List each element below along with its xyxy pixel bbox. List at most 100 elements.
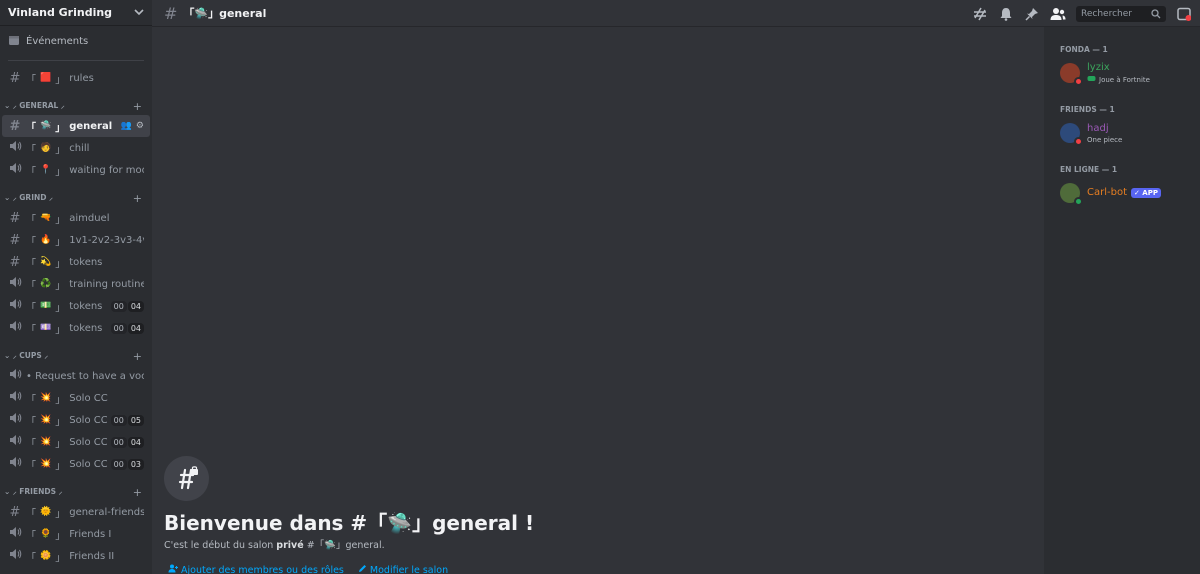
member-info: lyzix Joue à Fortnite — [1087, 62, 1150, 84]
member-item[interactable]: hadj One piece — [1048, 119, 1200, 147]
search-icon[interactable] — [1151, 4, 1161, 23]
channel-emoji: 🌞 — [40, 507, 52, 517]
avatar — [1060, 183, 1083, 206]
channel-emoji: 💥 — [40, 459, 52, 469]
voice-user-count: 00 05 — [110, 414, 144, 426]
gear-icon[interactable]: ⚙ — [136, 121, 144, 131]
channel-item[interactable]: 「💥」 Solo CC 00 03 — [2, 453, 150, 475]
channel-emoji: 💫 — [40, 257, 52, 267]
voice-channel-icon — [8, 276, 22, 292]
add-channel-icon[interactable]: + — [133, 192, 142, 205]
channel-item[interactable]: 「📍」waiting for moov — [2, 159, 150, 181]
channel-item[interactable]: 「🧑」 chill — [2, 137, 150, 159]
text-channel-icon: # — [9, 232, 21, 248]
server-name: Vinland Grinding — [8, 6, 113, 19]
channel-item[interactable]: # 「🟥」 rules — [2, 67, 150, 89]
channel-item[interactable]: 「💥」 Solo CC 00 04 — [2, 431, 150, 453]
channel-emoji: 💷 — [40, 323, 52, 333]
count-badge: 04 — [127, 300, 144, 312]
channel-name: general-friends — [69, 506, 144, 518]
channel-name: general — [69, 120, 113, 132]
events-link[interactable]: Événements — [0, 30, 152, 52]
member-item[interactable]: lyzix Joue à Fortnite — [1048, 59, 1200, 87]
add-channel-icon[interactable]: + — [133, 486, 142, 499]
channel-item[interactable]: # 「🌞」 general-friends — [2, 501, 150, 523]
channel-emoji: 🛸 — [40, 121, 52, 131]
channel-category[interactable]: ⌄ ⸝ CUPS ⸝ + — [0, 347, 152, 365]
channel-item[interactable]: 「♻️」 training routines — [2, 273, 150, 295]
edit-channel-button[interactable]: Modifier le salon — [358, 564, 448, 574]
pin-icon[interactable] — [1024, 6, 1040, 22]
member-list: FONDA — 1 lyzix Joue à Fortnite FRIENDS — 1… — [1048, 27, 1200, 574]
chevron-down-icon[interactable] — [134, 6, 144, 20]
channel-category[interactable]: ⌄ ⸝ GRIND ⸝ + — [0, 189, 152, 207]
members-icon[interactable] — [1050, 6, 1066, 22]
member-item[interactable]: Carl-bot ✓ APP — [1048, 179, 1200, 207]
text-channel-icon: # — [164, 3, 178, 23]
channel-category[interactable]: ⌄ ⸝ GENERAL ⸝ + — [0, 97, 152, 115]
welcome-subtitle: C'est le début du salon privé #「🛸」genera… — [164, 537, 385, 551]
channel-item[interactable]: # 「🛸」 general 👥 ⚙ — [2, 115, 150, 137]
search-box[interactable] — [1076, 4, 1166, 23]
channel-item[interactable]: 「💷」 tokens 00 04 — [2, 317, 150, 339]
count-badge: 00 — [110, 322, 127, 334]
channel-name: tokens — [69, 256, 103, 268]
channel-item[interactable]: # 「🔫」 aimduel — [2, 207, 150, 229]
channel-tools: 👥 ⚙ — [121, 121, 144, 131]
threads-icon[interactable] — [972, 6, 988, 22]
voice-channel-icon — [8, 456, 22, 472]
channel-name: waiting for moov — [69, 164, 144, 176]
category-label: ⌄ ⸝ GENERAL ⸝ — [4, 101, 65, 111]
search-input[interactable] — [1081, 8, 1151, 19]
category-name: ⸝ GRIND ⸝ — [12, 193, 53, 202]
member-activity: One piece — [1087, 136, 1122, 144]
text-channel-icon: # — [9, 118, 21, 134]
voice-channel-icon — [8, 390, 22, 406]
bell-icon[interactable] — [998, 6, 1014, 22]
channel-item[interactable]: 「💥」 Solo CC — [2, 387, 150, 409]
chevron-down-icon: ⌄ — [4, 487, 13, 496]
channel-item[interactable]: # 「💫」 tokens — [2, 251, 150, 273]
chevron-down-icon: ⌄ — [4, 351, 13, 360]
voice-user-count: 00 04 — [110, 322, 144, 334]
welcome-sub-suffix: #「🛸」general. — [303, 540, 385, 551]
channel-item[interactable]: • Request to have a vocal — [2, 365, 150, 387]
channel-item[interactable]: 「💵」 tokens 00 04 — [2, 295, 150, 317]
inbox-icon[interactable] — [1176, 6, 1192, 22]
category-label: ⌄ ⸝ GRIND ⸝ — [4, 193, 53, 203]
voice-channel-icon — [8, 320, 22, 336]
status-indicator — [1074, 77, 1083, 86]
add-channel-icon[interactable]: + — [133, 350, 142, 363]
add-members-button[interactable]: Ajouter des membres ou des rôles — [168, 564, 344, 574]
channel-name: aimduel — [69, 212, 110, 224]
voice-channel-icon — [8, 526, 22, 542]
add-channel-icon[interactable]: + — [133, 100, 142, 113]
channel-emoji: 🟥 — [40, 73, 52, 83]
voice-user-count: 00 04 — [110, 300, 144, 312]
voice-channel-icon — [8, 140, 22, 156]
channel-item[interactable]: 「🌼」 Friends II — [2, 545, 150, 567]
channel-name: Solo CC — [69, 392, 108, 404]
voice-channel-icon — [8, 412, 22, 428]
channel-name: • Request to have a vocal — [26, 370, 144, 382]
member-category: EN LIGNE — 1 — [1060, 165, 1118, 174]
channel-item[interactable]: 「🌻」 Friends I — [2, 523, 150, 545]
server-header[interactable]: Vinland Grinding — [0, 0, 152, 26]
channel-item[interactable]: 「💥」 Solo CC 00 05 — [2, 409, 150, 431]
channel-emoji: 💥 — [40, 415, 52, 425]
voice-channel-icon — [8, 298, 22, 314]
channel-category[interactable]: ⌄ ⸝ FRIENDS ⸝ + — [0, 483, 152, 501]
channel-name: Friends II — [69, 550, 115, 562]
invite-icon[interactable]: 👥 — [121, 121, 132, 131]
member-category: FRIENDS — 1 — [1060, 105, 1115, 114]
category-name: ⸝ CUPS ⸝ — [12, 351, 49, 360]
chat-area: Bienvenue dans #「🛸」general ! C'est le dé… — [152, 27, 1044, 574]
voice-channel-icon — [8, 368, 22, 384]
channel-name: Solo CC — [69, 414, 107, 426]
member-name-text: hadj — [1087, 122, 1109, 134]
activity-text: Joue à Fortnite — [1099, 75, 1150, 84]
welcome-title: Bienvenue dans #「🛸」general ! — [164, 511, 535, 535]
channel-item[interactable]: #「🔥」1v1-2v2-3v3-4v4 — [2, 229, 150, 251]
channel-emoji: 💥 — [40, 437, 52, 447]
category-label: ⌄ ⸝ FRIENDS ⸝ — [4, 487, 62, 497]
